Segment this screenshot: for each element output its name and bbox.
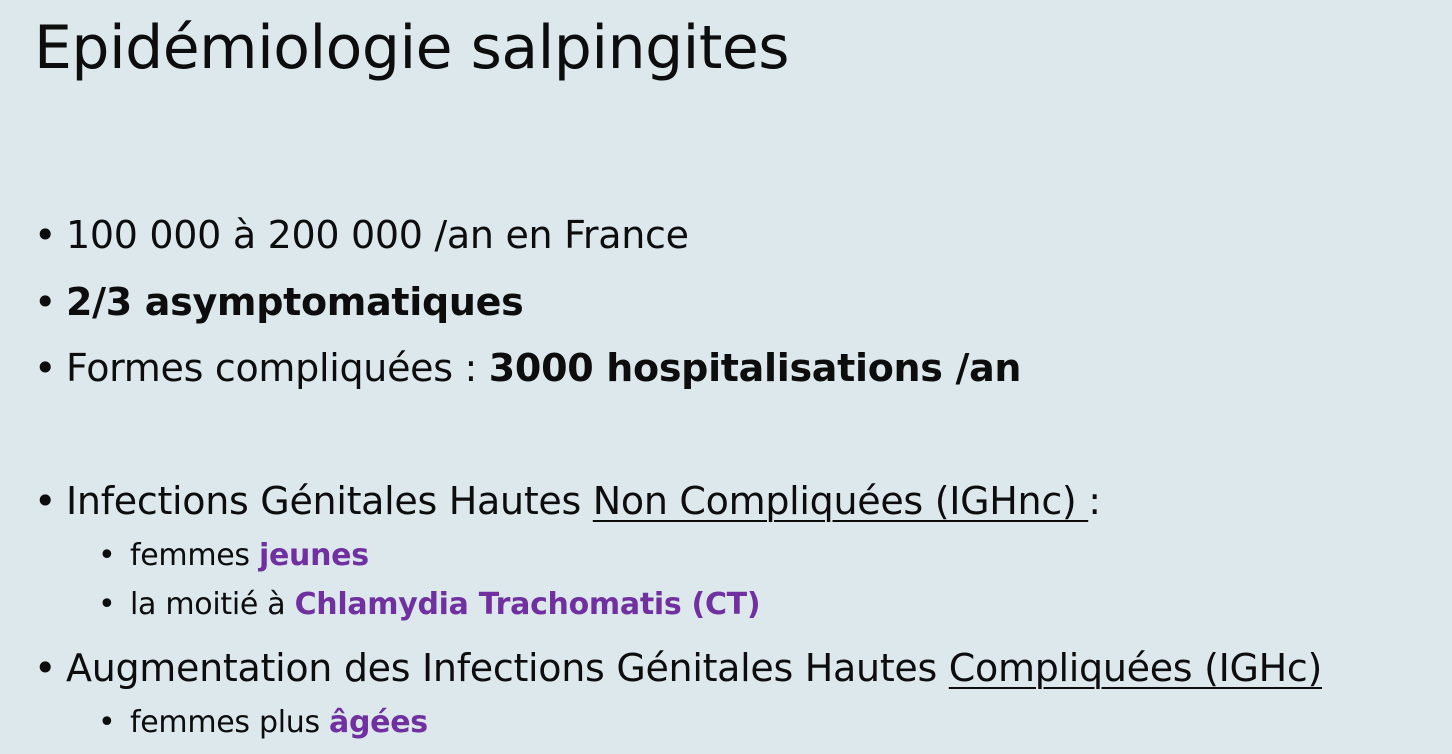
subbullet-text-prefix: la moitié à (130, 587, 295, 622)
subbullet-highlight: jeunes (259, 538, 369, 573)
bullet-asymptomatic: • 2/3 asymptomatiques (34, 278, 524, 326)
bullet-ighnc: • Infections Génitales Hautes Non Compliq… (34, 477, 1101, 525)
bullet-marker: • (34, 479, 57, 523)
slide: Epidémiologie salpingites • 100 000 à 200… (0, 0, 1452, 754)
bullet-incidence: • 100 000 à 200 000 /an en France (34, 211, 689, 259)
subbullet-older-women: • femmes plus âgées (98, 703, 428, 743)
bullet-text-bold: 3000 hospitalisations /an (488, 346, 1022, 390)
bullet-text-prefix: Formes compliquées : (66, 346, 489, 390)
slide-title: Epidémiologie salpingites (34, 13, 790, 83)
bullet-text-suffix: : (1088, 479, 1101, 523)
bullet-marker: • (98, 538, 116, 573)
subbullet-text-prefix: femmes plus (130, 705, 330, 740)
bullet-marker: • (98, 705, 116, 740)
bullet-marker: • (34, 646, 57, 690)
subbullet-text-prefix: femmes (130, 538, 259, 573)
bullet-ighc: • Augmentation des Infections Génitales H… (34, 644, 1322, 692)
subbullet-chlamydia: • la moitié à Chlamydia Trachomatis (CT) (98, 585, 761, 625)
bullet-marker: • (34, 213, 57, 257)
bullet-text-underlined: Non Compliquées (IGHnc) (592, 479, 1089, 523)
bullet-complicated-forms: • Formes compliquées : 3000 hospitalisati… (34, 344, 1021, 392)
bullet-text: 2/3 asymptomatiques (66, 280, 524, 324)
bullet-text: 100 000 à 200 000 /an en France (66, 213, 689, 257)
bullet-text-underlined: Compliquées (IGHc) (948, 646, 1323, 690)
bullet-text-prefix: Augmentation des Infections Génitales Ha… (66, 646, 949, 690)
bullet-marker: • (34, 346, 57, 390)
subbullet-young-women: • femmes jeunes (98, 536, 369, 576)
bullet-marker: • (34, 280, 57, 324)
subbullet-highlight: Chlamydia Trachomatis (CT) (294, 587, 761, 622)
bullet-marker: • (98, 587, 116, 622)
bullet-text-prefix: Infections Génitales Hautes (66, 479, 593, 523)
subbullet-highlight: âgées (329, 705, 428, 740)
